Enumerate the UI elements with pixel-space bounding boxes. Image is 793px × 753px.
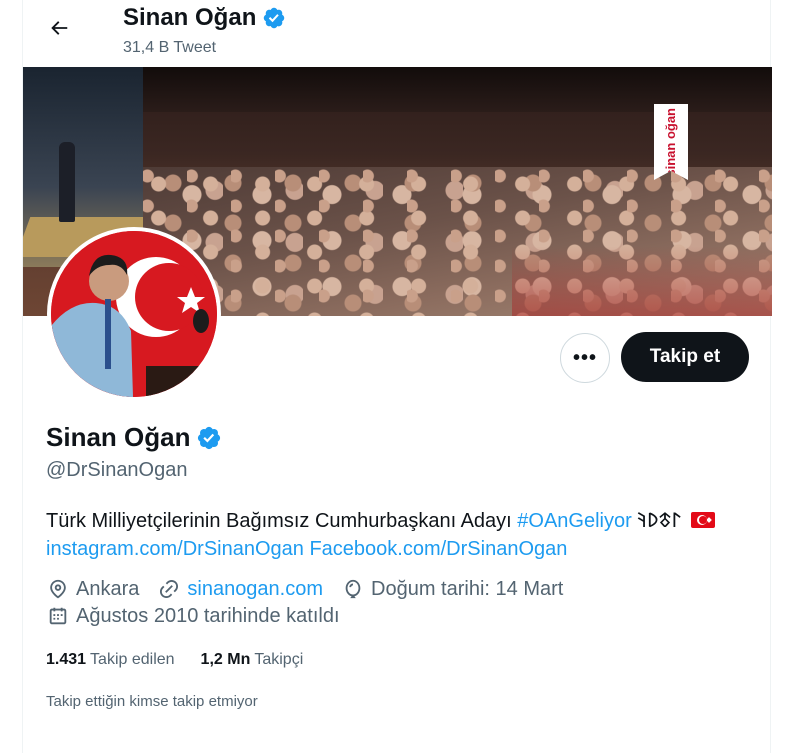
profile-meta-row-1: Ankara sinanogan.com Doğum tarihi: 14 Ma… bbox=[46, 577, 581, 601]
verified-badge-icon[interactable] bbox=[196, 425, 222, 451]
website-item: sinanogan.com bbox=[157, 577, 323, 601]
profile-handle: @DrSinanOgan bbox=[46, 459, 188, 481]
location-pin-icon bbox=[46, 577, 70, 601]
joined-item: Ağustos 2010 tarihinde katıldı bbox=[46, 604, 340, 628]
profile-display-name: Sinan Oğan bbox=[46, 422, 191, 452]
profile-bio: Türk Milliyetçilerinin Bağımsız Cumhurba… bbox=[46, 507, 756, 563]
bio-runes: 𐰃𐱃𐰖𐰚 bbox=[637, 510, 682, 532]
following-label: Takip edilen bbox=[90, 651, 175, 668]
link-icon bbox=[157, 577, 181, 601]
birthday-text: Doğum tarihi: 14 Mart bbox=[371, 577, 564, 600]
following-link[interactable]: 1.431 Takip edilen bbox=[46, 651, 175, 669]
calendar-icon bbox=[46, 604, 70, 628]
avatar[interactable] bbox=[47, 227, 221, 401]
following-count: 1.431 bbox=[46, 651, 87, 668]
profile-name: Sinan Oğan bbox=[46, 422, 222, 453]
tweet-count: 31,4 B Tweet bbox=[123, 39, 217, 56]
website-link[interactable]: sinanogan.com bbox=[187, 578, 323, 601]
turkey-flag-icon bbox=[690, 512, 715, 528]
location-item: Ankara bbox=[46, 577, 139, 601]
followers-count: 1,2 Mn bbox=[200, 651, 251, 668]
more-options-button[interactable]: ••• bbox=[560, 333, 610, 383]
bio-text: Türk Milliyetçilerinin Bağımsız Cumhurba… bbox=[46, 510, 518, 532]
followers-label: Takipçi bbox=[254, 651, 304, 668]
bio-hashtag-link[interactable]: #OAnGeliyor bbox=[517, 510, 632, 532]
verified-badge-icon[interactable] bbox=[262, 6, 286, 30]
location-text: Ankara bbox=[76, 577, 140, 600]
known-followers-text: Takip ettiğin kimse takip etmiyor bbox=[46, 693, 258, 710]
banner-speaker bbox=[59, 142, 75, 222]
banner-seats bbox=[512, 246, 772, 316]
header-name: Sinan Oğan bbox=[123, 4, 257, 31]
back-arrow-icon bbox=[48, 17, 70, 44]
joined-text: Ağustos 2010 tarihinde katıldı bbox=[76, 604, 340, 627]
header-title: Sinan Oğan bbox=[123, 4, 286, 32]
profile-header: Sinan Oğan 31,4 B Tweet bbox=[23, 0, 770, 67]
profile-meta-row-2: Ağustos 2010 tarihinde katıldı bbox=[46, 604, 358, 628]
banner-logo-text: sinan oğan bbox=[663, 107, 678, 177]
followers-link[interactable]: 1,2 Mn Takipçi bbox=[201, 651, 304, 669]
profile-column: Sinan Oğan 31,4 B Tweet sinan oğan ••• T… bbox=[22, 0, 772, 753]
balloon-icon bbox=[341, 577, 365, 601]
follow-button[interactable]: Takip et bbox=[621, 332, 749, 382]
bio-facebook-link[interactable]: Facebook.com/DrSinanOgan bbox=[309, 538, 567, 560]
birthday-item: Doğum tarihi: 14 Mart bbox=[341, 577, 563, 601]
follow-stats: 1.431 Takip edilen 1,2 Mn Takipçi bbox=[46, 651, 329, 669]
bio-instagram-link[interactable]: instagram.com/DrSinanOgan bbox=[46, 538, 304, 560]
more-icon: ••• bbox=[572, 346, 597, 369]
banner-logo-sign: sinan oğan bbox=[654, 104, 688, 180]
back-button[interactable] bbox=[39, 10, 79, 50]
